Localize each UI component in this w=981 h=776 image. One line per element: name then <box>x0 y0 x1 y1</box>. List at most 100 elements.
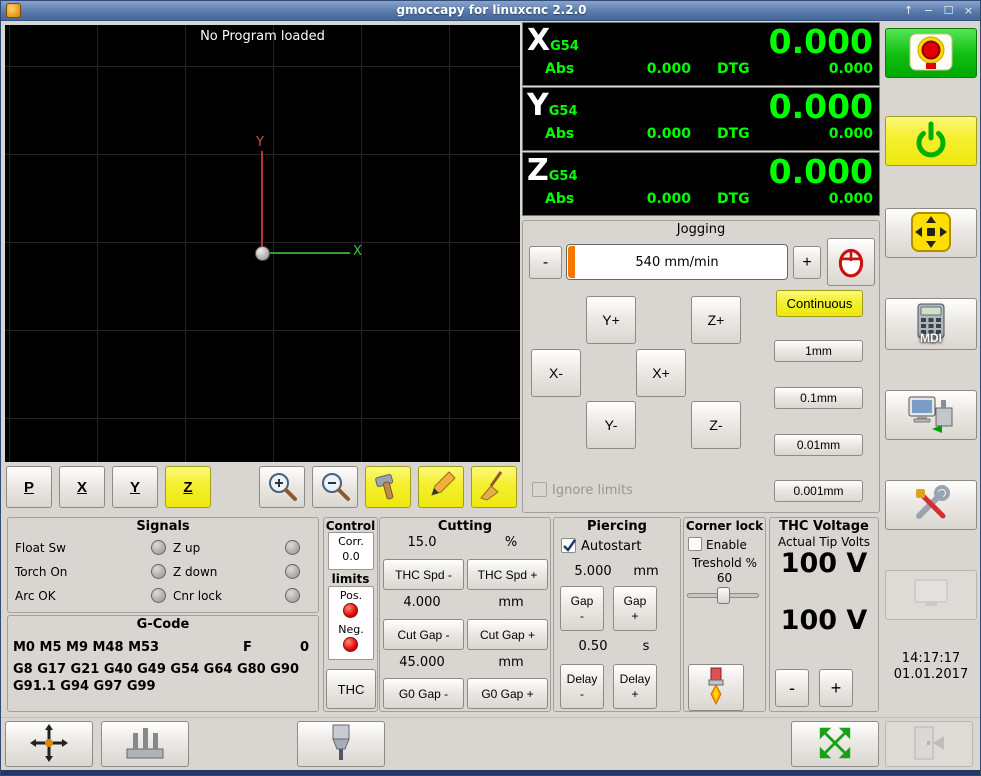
jog-increment-001mm[interactable]: 0.01mm <box>774 434 863 456</box>
thc-speed-plus-button[interactable]: THC Spd + <box>467 559 548 590</box>
threshold-slider-handle[interactable] <box>717 587 730 604</box>
jog-pad-icon <box>910 211 952 256</box>
jog-y-plus-button[interactable]: Y+ <box>586 296 636 344</box>
keep-above-icon[interactable]: ↑ <box>900 2 917 19</box>
jog-increment-continuous[interactable]: Continuous <box>776 290 863 317</box>
jog-x-minus-button[interactable]: X- <box>531 349 581 397</box>
view-z-button[interactable]: Z <box>165 466 211 508</box>
volts-plus-button[interactable]: + <box>819 669 853 707</box>
view-y-button[interactable]: Y <box>112 466 158 508</box>
threshold-value: 60 <box>716 571 733 585</box>
limit-neg-led <box>343 637 358 652</box>
x-axis-label: X <box>353 244 362 259</box>
g0-gap-unit: mm <box>498 655 524 670</box>
signal-z-down-label: Z down <box>173 565 218 579</box>
pierce-gap-minus-button[interactable]: Gap - <box>560 586 604 631</box>
clear-plot-button[interactable] <box>471 466 517 508</box>
thc-speed-minus-button[interactable]: THC Spd - <box>383 559 464 590</box>
jog-x-plus-button[interactable]: X+ <box>636 349 686 397</box>
close-icon[interactable]: × <box>960 2 977 19</box>
mdi-mode-button[interactable]: MDI <box>885 298 977 350</box>
tool-editor-button[interactable] <box>365 466 411 508</box>
zoom-out-icon <box>318 469 352 506</box>
spindle-button[interactable] <box>297 721 385 767</box>
torch-flame-icon <box>702 667 730 708</box>
pierce-height-unit: mm <box>633 564 659 579</box>
g0-gap-plus-button[interactable]: G0 Gap + <box>467 678 548 709</box>
probe-pins-icon <box>123 724 167 765</box>
thc-enable-button[interactable]: THC <box>326 669 376 709</box>
thc-speed-value: 15.0 <box>407 535 437 550</box>
thc-speed-unit: % <box>504 535 518 550</box>
ignore-limits-label: Ignore limits <box>552 483 633 498</box>
dro-axis-z[interactable]: Z G54 0.000 Abs 0.000 DTG 0.000 <box>522 152 880 216</box>
maximize-icon[interactable]: ☐ <box>940 2 957 19</box>
jog-speed-faster-button[interactable]: + <box>793 246 821 279</box>
dro-axis-x[interactable]: X G54 0.000 Abs 0.000 DTG 0.000 <box>522 22 880 86</box>
limit-pos-label: Pos. <box>339 589 363 602</box>
dro-z-abs-value: 0.000 <box>646 191 691 207</box>
active-g-codes: G8 G17 G21 G40 G49 G54 G64 G80 G90 G91.1… <box>13 662 300 694</box>
dro-z-value: 0.000 <box>768 152 873 191</box>
jog-increment-1mm[interactable]: 1mm <box>774 340 863 362</box>
manual-mode-button[interactable] <box>885 208 977 258</box>
z-up-led <box>285 540 300 555</box>
touch-off-button[interactable] <box>5 721 93 767</box>
pierce-delay-minus-button[interactable]: Delay - <box>560 664 604 709</box>
jog-increment-0001mm[interactable]: 0.001mm <box>774 480 863 502</box>
dro-z-coord-system: G54 <box>548 169 578 184</box>
exit-button[interactable] <box>885 721 973 767</box>
g0-gap-minus-button[interactable]: G0 Gap - <box>383 678 464 709</box>
view-x-button[interactable]: X <box>59 466 105 508</box>
jog-speed-slower-button[interactable]: - <box>529 246 562 279</box>
torch-button[interactable] <box>688 664 744 711</box>
machine-on-button[interactable] <box>885 116 977 166</box>
pierce-delay-plus-button[interactable]: Delay + <box>613 664 657 709</box>
zoom-out-button[interactable] <box>312 466 358 508</box>
jog-z-minus-button[interactable]: Z- <box>691 401 741 449</box>
y-axis-line <box>261 151 263 253</box>
minimize-icon[interactable]: − <box>920 2 937 19</box>
dro-x-letter: X <box>527 23 551 58</box>
target-volts-value: 100 V <box>780 605 868 636</box>
exit-door-icon <box>909 723 949 766</box>
gremlin-preview[interactable]: No Program loaded Y X <box>5 25 520 462</box>
cut-gap-unit: mm <box>498 595 524 610</box>
gmoccapy-window: gmoccapy for linuxcnc 2.2.0 ↑ − ☐ × No P… <box>0 0 981 776</box>
threshold-slider[interactable] <box>687 586 759 604</box>
corner-lock-enable-checkbox[interactable] <box>688 537 702 551</box>
view-p-button[interactable]: P <box>6 466 52 508</box>
volts-minus-button[interactable]: - <box>775 669 809 707</box>
zoom-in-button[interactable] <box>259 466 305 508</box>
cut-gap-plus-button[interactable]: Cut Gap + <box>467 619 548 650</box>
jog-increment-01mm[interactable]: 0.1mm <box>774 387 863 409</box>
fullsize-preview-button[interactable] <box>885 570 977 620</box>
emergency-stop-icon <box>908 32 954 75</box>
titlebar[interactable]: gmoccapy for linuxcnc 2.2.0 ↑ − ☐ × <box>1 1 980 21</box>
dro-y-value: 0.000 <box>768 87 873 126</box>
ignore-limits-checkbox[interactable] <box>532 482 547 497</box>
dro-y-dtg-label: DTG <box>717 126 750 142</box>
jog-y-minus-button[interactable]: Y- <box>586 401 636 449</box>
axis-cross-arrows-icon <box>29 723 69 766</box>
dro-x-dtg-value: 0.000 <box>828 61 873 77</box>
estop-button[interactable] <box>885 28 977 78</box>
feed-label: F <box>243 640 252 655</box>
jogging-title: Jogging <box>676 222 726 237</box>
y-axis-label: Y <box>256 135 264 150</box>
tool-measure-button[interactable] <box>101 721 189 767</box>
cut-gap-value: 4.000 <box>403 595 441 610</box>
settings-button[interactable] <box>885 480 977 530</box>
autostart-checkbox[interactable] <box>561 538 577 553</box>
limit-pos-led <box>343 603 358 618</box>
mouse-jog-button[interactable] <box>827 238 875 286</box>
autostart-label: Autostart <box>581 539 642 554</box>
dro-axis-y[interactable]: Y G54 0.000 Abs 0.000 DTG 0.000 <box>522 87 880 151</box>
edit-gcode-button[interactable] <box>418 466 464 508</box>
pierce-gap-plus-button[interactable]: Gap + <box>613 586 657 631</box>
cut-gap-minus-button[interactable]: Cut Gap - <box>383 619 464 650</box>
auto-mode-button[interactable] <box>885 390 977 440</box>
jog-speed-bar[interactable]: 540 mm/min <box>566 244 788 280</box>
jog-z-plus-button[interactable]: Z+ <box>691 296 741 344</box>
fullscreen-toggle-button[interactable] <box>791 721 879 767</box>
